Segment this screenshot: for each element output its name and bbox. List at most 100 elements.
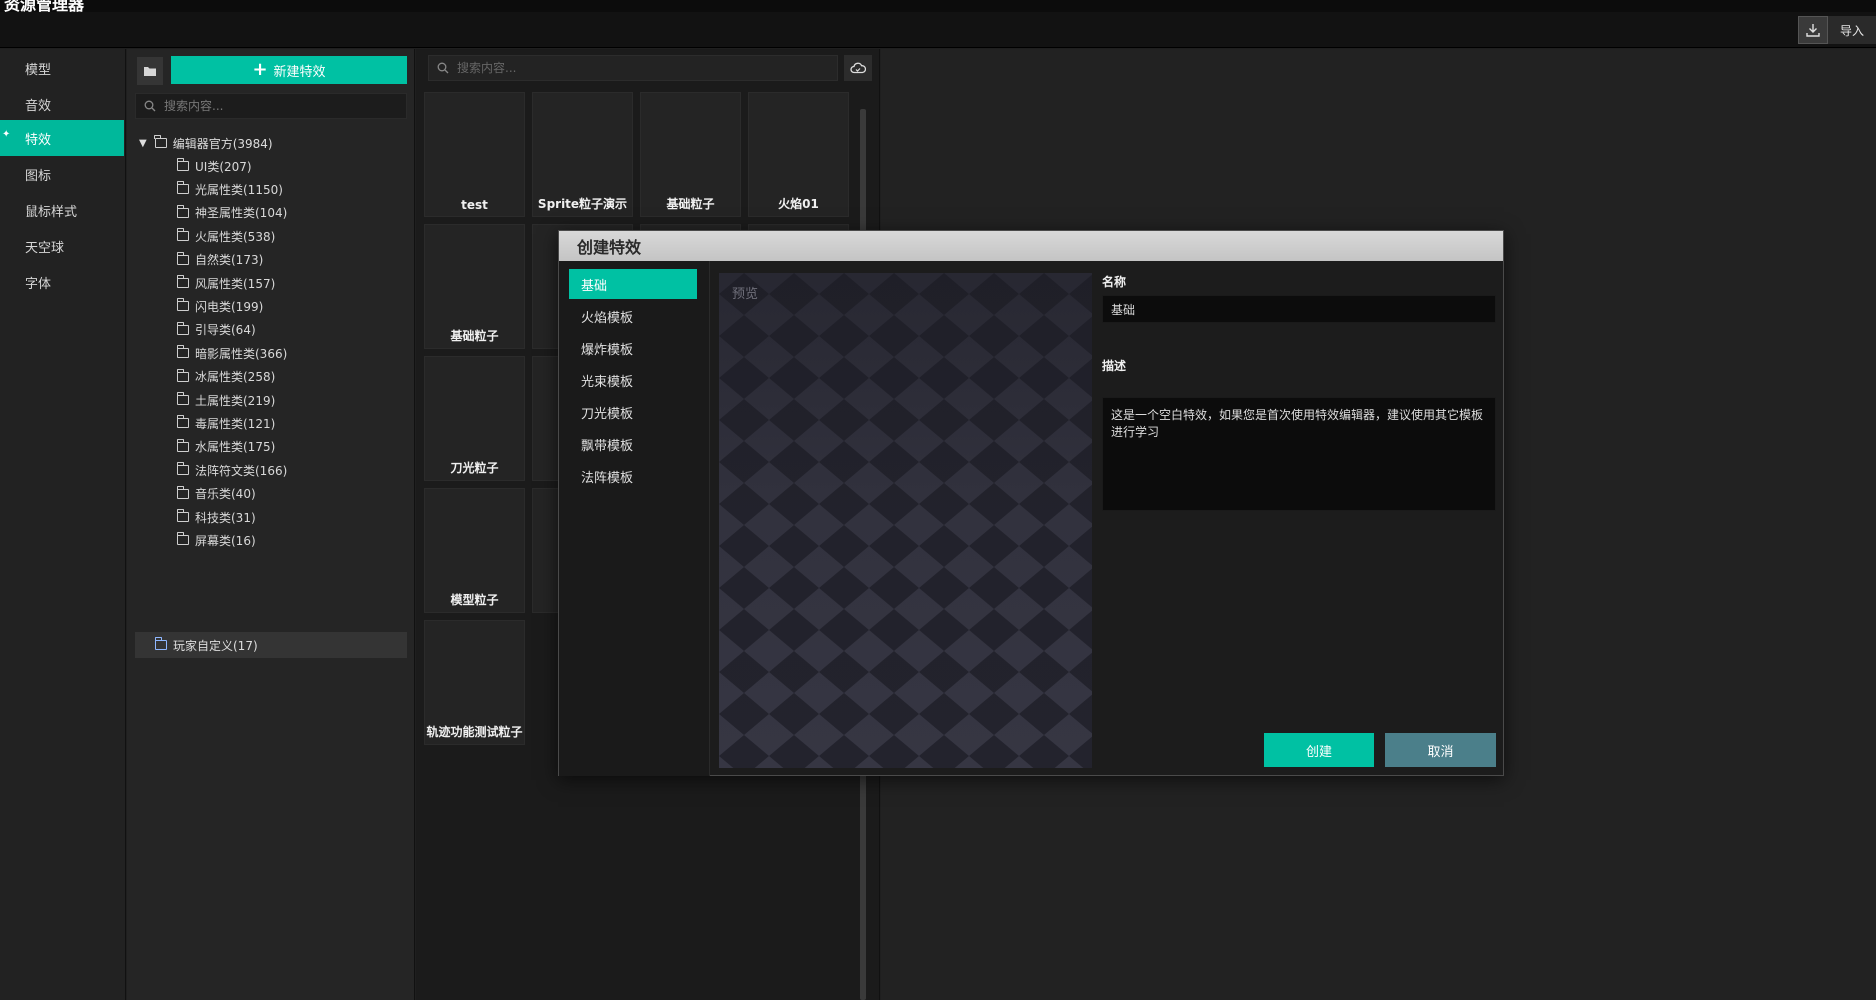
template-basic[interactable]: 基础 — [569, 269, 697, 299]
tree-item-label: 水属性类(175) — [195, 440, 276, 455]
desc-label: 描述 — [1102, 359, 1127, 373]
effect-preview: 预览 — [719, 273, 1092, 768]
template-array[interactable]: 法阵模板 — [569, 461, 697, 491]
folder-icon — [176, 204, 189, 218]
effect-tile[interactable]: test — [424, 92, 525, 217]
folder-icon — [176, 415, 189, 429]
tree-item[interactable]: 毒属性类(121) — [176, 412, 276, 434]
template-explosion[interactable]: 爆炸模板 — [569, 333, 697, 363]
tree-item-label: 屏幕类(16) — [195, 533, 256, 548]
tree-item[interactable]: 法阵符文类(166) — [176, 459, 288, 481]
tree-item-label: 闪电类(199) — [195, 299, 264, 314]
import-button[interactable]: 导入 — [1828, 16, 1876, 44]
tree-search-box — [135, 93, 407, 119]
preview-label: 预览 — [732, 287, 759, 302]
tree-item[interactable]: 冰属性类(258) — [176, 366, 276, 388]
cloud-icon[interactable] — [844, 55, 872, 81]
tree-item[interactable]: 科技类(31) — [176, 506, 256, 528]
category-effect-label: 特效 — [25, 132, 52, 148]
create-button[interactable]: 创建 — [1264, 733, 1374, 767]
tree-item-label: 法阵符文类(166) — [195, 463, 288, 478]
effect-tile-label: 基础粒子 — [450, 329, 499, 343]
tree-item-label: 科技类(31) — [195, 510, 256, 525]
template-blade[interactable]: 刀光模板 — [569, 397, 697, 427]
folder-icon — [176, 321, 189, 335]
description-field[interactable]: 这是一个空白特效，如果您是首次使用特效编辑器，建议使用其它模板进行学习 — [1102, 397, 1496, 511]
effect-tile-label: 基础粒子 — [666, 197, 715, 211]
template-fire[interactable]: 火焰模板 — [569, 301, 697, 331]
effect-tile-label: 刀光粒子 — [450, 461, 499, 475]
effect-tile-label: 轨迹功能测试粒子 — [426, 725, 523, 739]
tree-item[interactable]: 水属性类(175) — [176, 436, 276, 458]
grid-search-input[interactable] — [457, 61, 817, 75]
effect-tile[interactable]: 刀光粒子 — [424, 356, 525, 481]
open-folder-icon[interactable] — [137, 57, 163, 85]
tree-item-label: 暗影属性类(366) — [195, 346, 288, 361]
title-bar: 资源管理器 — [0, 0, 1876, 12]
category-effect[interactable]: ✦ 特效 — [0, 120, 124, 156]
effect-tile[interactable]: 基础粒子 — [640, 92, 741, 217]
effect-tile[interactable]: 轨迹功能测试粒子 — [424, 620, 525, 745]
tree-item[interactable]: 火属性类(538) — [176, 225, 275, 247]
category-icon[interactable]: 图标 — [0, 156, 124, 192]
folder-icon — [176, 181, 189, 195]
tree-item-custom[interactable]: 玩家自定义(17) — [135, 632, 407, 658]
effect-tile-label: Sprite粒子演示 — [537, 197, 628, 211]
folder-icon — [176, 509, 189, 522]
tree-item[interactable]: 土属性类(219) — [176, 389, 275, 411]
tree-item[interactable]: 引导类(64) — [176, 319, 256, 341]
create-effect-dialog: 创建特效 基础 火焰模板 爆炸模板 光束模板 刀光模板 飘带模板 法阵模板 预览… — [558, 230, 1504, 776]
checker-floor — [719, 273, 1092, 768]
new-effect-button[interactable]: + 新建特效 — [171, 56, 407, 84]
dialog-title: 创建特效 — [559, 231, 1503, 261]
folder-icon — [176, 438, 189, 452]
cancel-button[interactable]: 取消 — [1385, 733, 1496, 767]
tree-custom-label: 玩家自定义(17) — [173, 638, 258, 653]
tree-item-label: 神圣属性类(104) — [195, 206, 288, 221]
effect-tile[interactable]: 模型粒子 — [424, 488, 525, 613]
effect-tile[interactable]: Sprite粒子演示 — [532, 92, 633, 217]
search-icon — [437, 62, 449, 74]
plus-icon: + — [252, 59, 268, 80]
tree-item[interactable]: 音乐类(40) — [176, 483, 256, 505]
folder-icon — [154, 637, 167, 650]
effect-tile-label: test — [461, 198, 488, 212]
category-sound[interactable]: 音效 — [0, 86, 124, 122]
tree-item[interactable]: 风属性类(157) — [176, 272, 276, 294]
category-cursor[interactable]: 鼠标样式 — [0, 192, 124, 228]
folder-icon — [176, 462, 189, 476]
tree-item[interactable]: UI类(207) — [176, 155, 252, 177]
download-icon[interactable] — [1798, 16, 1828, 44]
template-list: 基础 火焰模板 爆炸模板 光束模板 刀光模板 飘带模板 法阵模板 — [559, 261, 710, 776]
name-label: 名称 — [1102, 275, 1127, 289]
tree-item[interactable]: 闪电类(199) — [176, 295, 264, 317]
name-field[interactable] — [1102, 295, 1496, 323]
tree-item-label: 冰属性类(258) — [195, 370, 276, 385]
folder-icon — [176, 158, 189, 171]
effect-tile[interactable]: 火焰01 — [748, 92, 849, 217]
template-beam[interactable]: 光束模板 — [569, 365, 697, 395]
folder-icon — [176, 275, 189, 288]
window-title: 资源管理器 — [4, 0, 85, 12]
tree-item[interactable]: 暗影属性类(366) — [176, 342, 288, 364]
folder-icon — [176, 392, 189, 405]
effect-tile[interactable]: 基础粒子 — [424, 224, 525, 349]
tree-search-input[interactable] — [164, 99, 384, 113]
template-ribbon[interactable]: 飘带模板 — [569, 429, 697, 459]
tree-item-label: 引导类(64) — [195, 323, 256, 338]
tree-item-label: 风属性类(157) — [195, 276, 276, 291]
caret-down-icon[interactable]: ▼ — [139, 138, 147, 149]
category-skybox[interactable]: 天空球 — [0, 228, 124, 264]
tree-item[interactable]: 光属性类(1150) — [176, 178, 283, 200]
tree-item[interactable]: 自然类(173) — [176, 249, 263, 271]
folder-tree-panel: + 新建特效 ▼ 编辑器官方(3984) UI类(207) 光属性类(1150) 神… — [127, 49, 415, 1000]
tree-item[interactable]: 神圣属性类(104) — [176, 202, 288, 224]
tree-item-label: 毒属性类(121) — [195, 416, 276, 431]
effect-tile-label: 火焰01 — [778, 197, 819, 211]
tree-item[interactable]: 屏幕类(16) — [176, 529, 256, 551]
tree-root-label: 编辑器官方(3984) — [172, 136, 273, 151]
category-model[interactable]: 模型 — [0, 50, 124, 86]
top-toolbar: 导入 — [0, 12, 1876, 48]
category-font[interactable]: 字体 — [0, 264, 124, 300]
tree-root-official[interactable]: ▼ 编辑器官方(3984) — [139, 132, 273, 154]
